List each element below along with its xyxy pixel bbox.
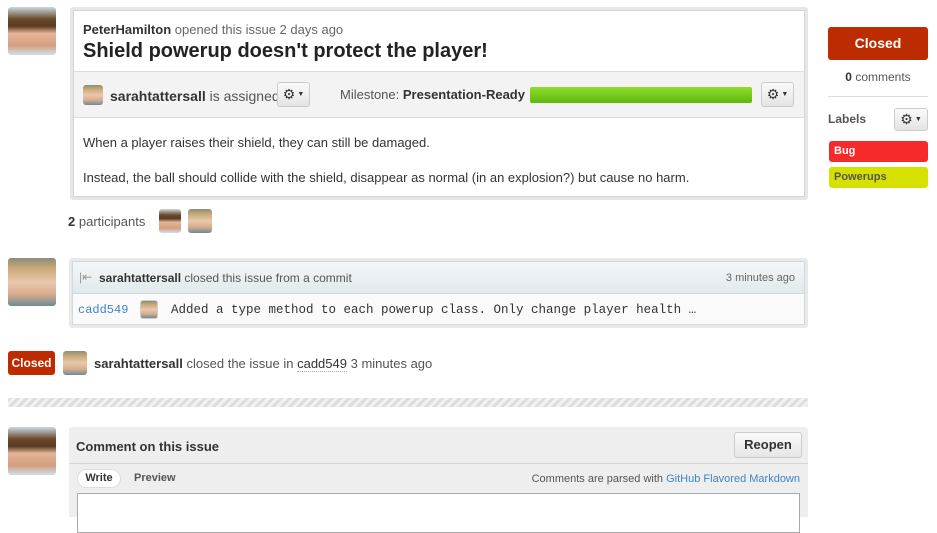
comment-textarea[interactable]: [77, 493, 800, 533]
tab-preview[interactable]: Preview: [134, 472, 176, 484]
issue-meta: PeterHamilton opened this issue 2 days a…: [83, 22, 343, 37]
closed-event-user[interactable]: sarahtattersall: [94, 356, 183, 371]
labels-title: Labels: [828, 112, 867, 126]
sidebar-divider: [828, 96, 928, 97]
comments-label: comments: [855, 70, 911, 84]
avatar-sarahtattersall[interactable]: [8, 258, 56, 306]
closed-badge: Closed: [8, 351, 55, 375]
caret-down-icon: ▼: [297, 91, 305, 98]
milestone-progress-fill: [530, 87, 752, 103]
issue-meta-bar: sarahtattersall is assigned ⚙ ▼ Milestone…: [74, 71, 804, 118]
participant-avatar-sarahtattersall[interactable]: [188, 209, 212, 233]
assignee-link[interactable]: sarahtattersall: [110, 88, 206, 104]
comment-form-title: Comment on this issue: [76, 439, 220, 454]
opened-text: opened this issue 2 days ago: [174, 22, 344, 37]
closed-event-desc: closed the issue in: [186, 356, 294, 371]
closed-event-avatar[interactable]: [63, 351, 87, 375]
gear-icon: ⚙: [900, 111, 913, 127]
issue-body-p2: Instead, the ball should collide with th…: [83, 170, 690, 185]
participants: 2 participants: [68, 214, 145, 229]
commit-event-time: 3 minutes ago: [725, 272, 795, 284]
markdown-link[interactable]: GitHub Flavored Markdown: [666, 473, 800, 485]
commit-event-text: closed this issue from a commit: [184, 271, 352, 285]
commit-close-icon: |⇤: [79, 270, 93, 284]
markdown-note-text: Comments are parsed with: [531, 473, 664, 485]
participants-label: participants: [78, 214, 146, 229]
tab-write[interactable]: Write: [77, 469, 121, 488]
issue-title: Shield powerup doesn't protect the playe…: [83, 40, 488, 62]
avatar-peterhamilton[interactable]: [8, 7, 56, 55]
closed-event-text: sarahtattersall closed the issue in cadd…: [94, 356, 433, 372]
assignee-avatar: [83, 85, 103, 105]
participant-avatar-peterhamilton[interactable]: [159, 209, 181, 233]
milestone-label: Milestone:: [340, 87, 400, 102]
label-powerups[interactable]: Powerups: [829, 167, 928, 188]
issue-container: PeterHamilton opened this issue 2 days a…: [70, 7, 808, 200]
milestone-progress-bar: [530, 87, 752, 103]
gear-icon: ⚙: [766, 86, 780, 102]
timeline-divider: [8, 398, 808, 407]
caret-down-icon: ▼: [781, 91, 789, 98]
participants-count: 2: [68, 214, 76, 229]
reopen-button[interactable]: Reopen: [734, 432, 802, 458]
issue-body-p1: When a player raises their shield, they …: [83, 135, 430, 150]
closed-event-sha-link[interactable]: cadd549: [297, 356, 347, 372]
author-link[interactable]: PeterHamilton: [83, 22, 171, 37]
label-bug[interactable]: Bug: [829, 141, 928, 162]
caret-down-icon: ▼: [914, 116, 922, 123]
commit-message[interactable]: Added a type method to each powerup clas…: [171, 303, 696, 317]
closed-event-time: 3 minutes ago: [350, 356, 433, 371]
gear-icon: ⚙: [282, 86, 296, 102]
comment-avatar: [8, 427, 56, 475]
milestone-link[interactable]: Presentation-Ready: [403, 87, 525, 102]
commit-event: |⇤ sarahtattersall closed this issue fro…: [69, 258, 808, 328]
assigned-text: is assigned: [209, 88, 280, 104]
markdown-note: Comments are parsed with GitHub Flavored…: [532, 473, 800, 485]
commit-event-user[interactable]: sarahtattersall: [99, 271, 181, 285]
commit-sha-link[interactable]: cadd549: [78, 303, 128, 317]
comments-count: 0 comments: [828, 70, 928, 84]
labels-settings-button[interactable]: ⚙ ▼: [894, 108, 928, 131]
comment-form: Comment on this issue Reopen Write Previ…: [69, 427, 808, 533]
issue-state-badge: Closed: [828, 27, 928, 60]
comments-number: 0: [845, 70, 852, 84]
assignee-settings-button[interactable]: ⚙ ▼: [277, 82, 310, 107]
milestone-settings-button[interactable]: ⚙ ▼: [761, 82, 794, 107]
commit-author-avatar: [140, 300, 158, 319]
